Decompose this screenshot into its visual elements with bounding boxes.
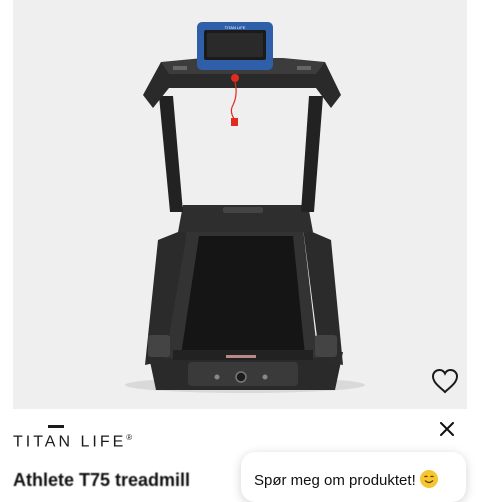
brand-name-text: TITAN LIFE xyxy=(13,433,127,451)
treadmill-illustration: TITAN LIFE xyxy=(125,22,365,393)
logo-bar xyxy=(48,425,64,428)
smiling-face-icon xyxy=(419,469,439,493)
chat-popup[interactable]: Spør meg om produktet! xyxy=(241,452,466,502)
favorite-button[interactable] xyxy=(431,368,465,400)
brand-logo: TITAN LIFE® xyxy=(13,425,153,459)
svg-text:TITAN LIFE: TITAN LIFE xyxy=(225,25,246,30)
chat-message-text: Spør meg om produktet! xyxy=(254,471,416,489)
trademark-symbol: ® xyxy=(126,433,133,442)
heart-outline-icon xyxy=(431,368,459,394)
product-title: Athlete T75 treadmill xyxy=(13,470,191,490)
close-icon xyxy=(440,422,454,436)
brand-name: TITAN LIFE® xyxy=(13,433,132,451)
chat-message: Spør meg om produktet! xyxy=(254,469,439,493)
close-button[interactable] xyxy=(435,417,459,441)
product-image[interactable]: TITAN LIFE xyxy=(13,0,467,409)
